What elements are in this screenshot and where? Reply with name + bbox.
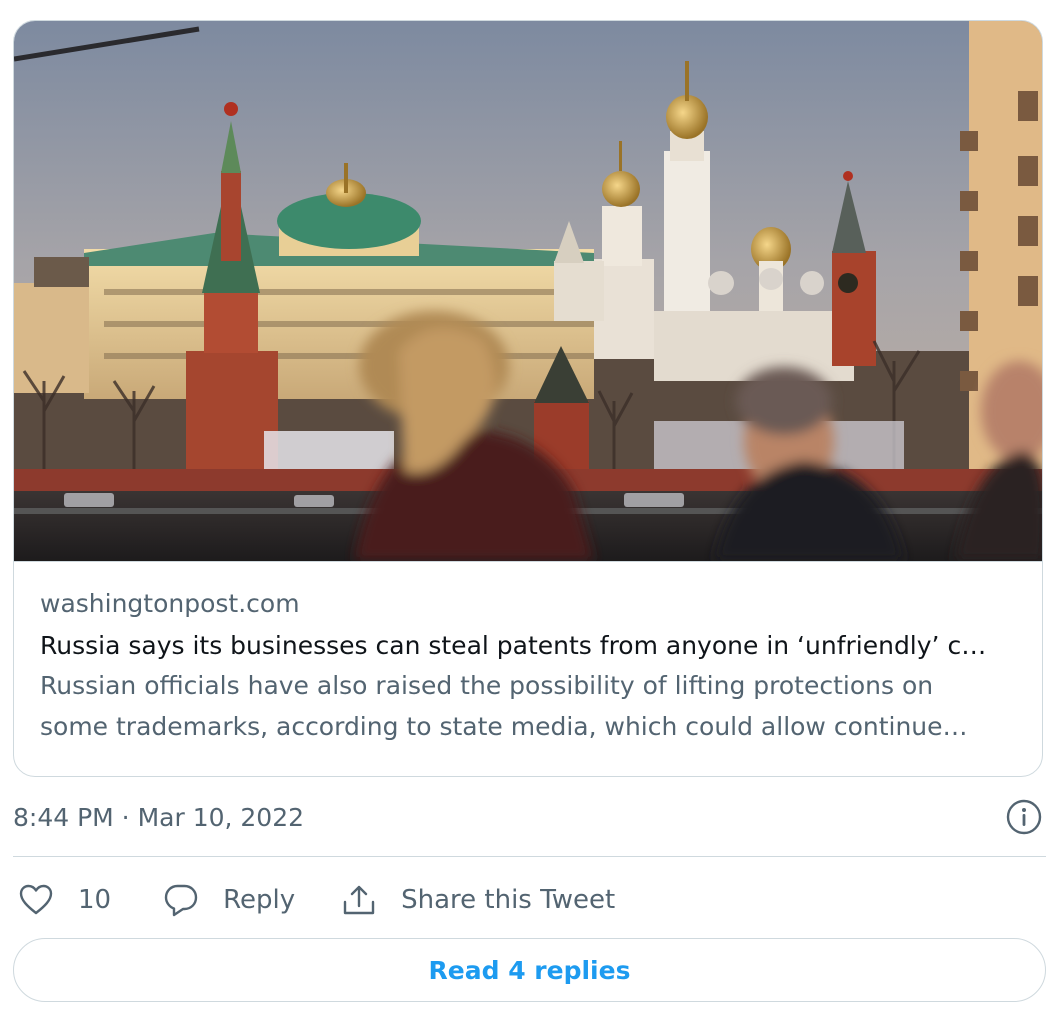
reply-button[interactable]: Reply <box>163 882 295 918</box>
share-button[interactable]: Share this Tweet <box>341 882 615 918</box>
reply-label: Reply <box>223 885 296 915</box>
card-description-line: some trademarks, according to state medi… <box>40 712 968 741</box>
card-image[interactable] <box>14 21 1042 562</box>
like-count: 10 <box>78 885 112 915</box>
divider <box>13 856 1046 857</box>
tweet-timestamp[interactable]: 8:44 PM · Mar 10, 2022 <box>13 803 304 832</box>
card-headline[interactable]: Russia says its businesses can steal pat… <box>40 629 1020 663</box>
speech-bubble-icon <box>164 884 198 917</box>
timestamp-row: 8:44 PM · Mar 10, 2022 <box>13 798 1046 838</box>
tweet-actions: 10 Reply Share this Tweet <box>18 877 615 923</box>
share-upload-icon <box>343 885 375 915</box>
share-label: Share this Tweet <box>401 885 616 915</box>
card-meta: washingtonpost.com Russia says its busin… <box>40 587 1020 747</box>
info-icon[interactable] <box>1006 799 1042 835</box>
like-button[interactable]: 10 <box>18 882 111 918</box>
read-replies-button[interactable]: Read 4 replies <box>13 938 1046 1002</box>
kremlin-photo <box>14 21 1042 561</box>
card-description: Russian officials have also raised the p… <box>40 665 1020 747</box>
link-preview-card[interactable]: washingtonpost.com Russia says its busin… <box>13 20 1043 777</box>
card-description-line: Russian officials have also raised the p… <box>40 671 934 700</box>
heart-icon <box>19 884 53 915</box>
card-domain: washingtonpost.com <box>40 589 300 618</box>
